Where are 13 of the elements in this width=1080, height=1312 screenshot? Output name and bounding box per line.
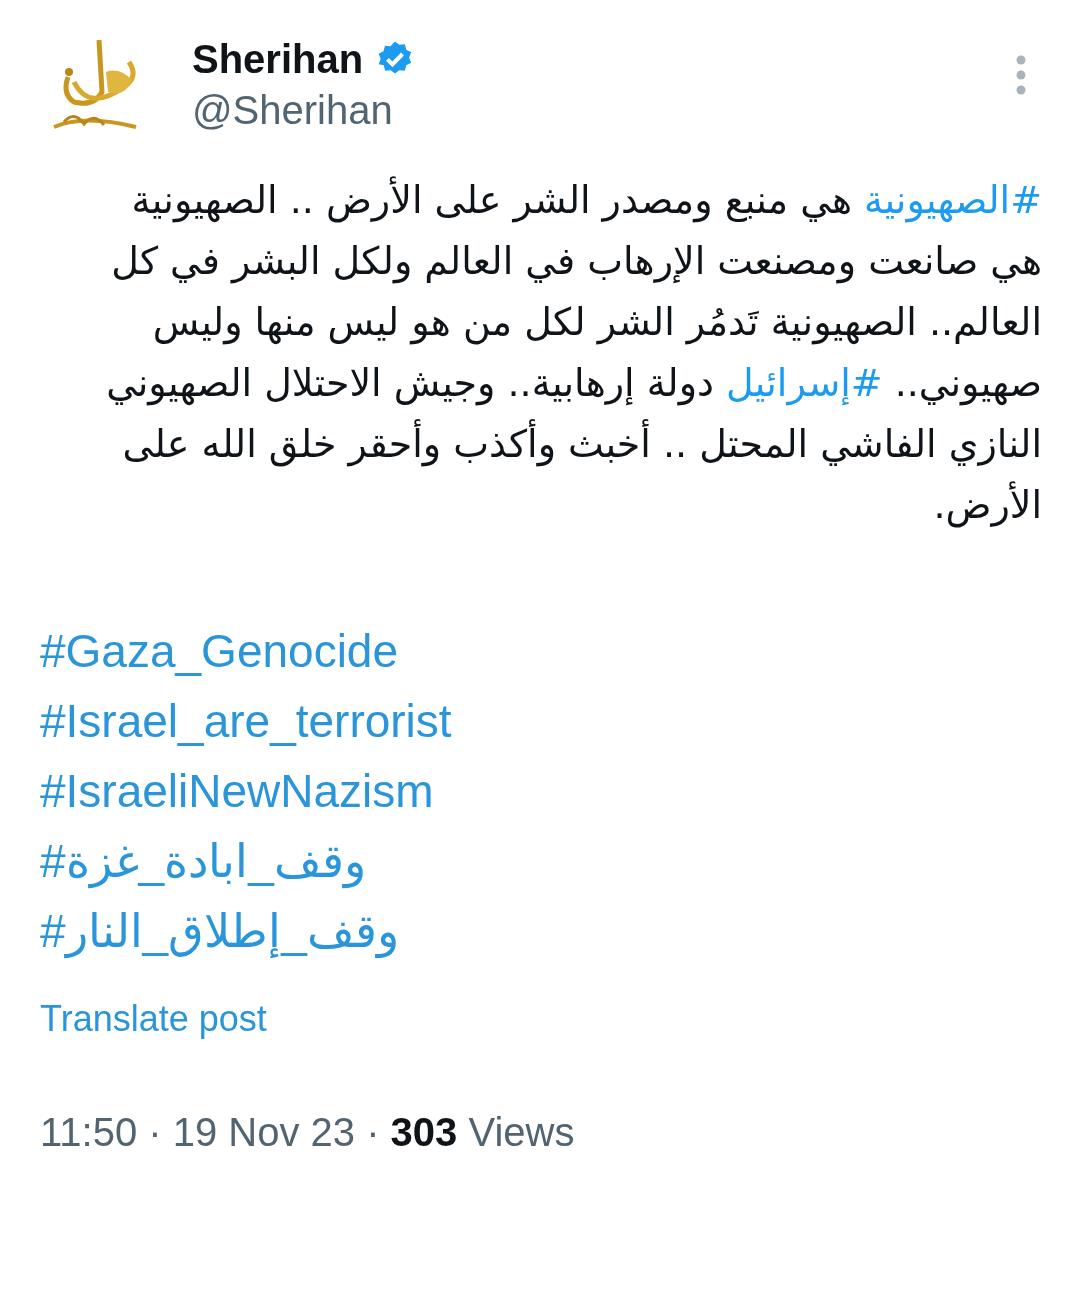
author-name[interactable]: Sherihan: [192, 34, 364, 84]
hashtag-link[interactable]: #وقف_إطلاق_النار: [40, 896, 399, 966]
hashtag-link[interactable]: #IsraeliNewNazism: [40, 756, 434, 826]
post-metadata: 11:50 · 19 Nov 23 · 303 Views: [40, 1110, 576, 1155]
hashtag-link[interactable]: #وقف_ابادة_غزة: [40, 826, 366, 896]
post-text: #الصهيونية هي منبع ومصدر الشر على الأرض .. الصهيونية هي صانعت ومصنعت الإرهاب في العالم ولكل البشر في كل العالم.. الصهيونية تَدمُر الشر لكل من هو ليس منها وليس صهيوني.. #إسرائيل دولة إرهابية.. وجيش الاحتلال الصهيوني النازي الفاشي المحتل .. أخبث وأكذب وأحقر خلق الله على الأرض.: [105, 175, 1042, 530]
author-handle[interactable]: @Sherihan: [192, 84, 416, 136]
more-options-icon[interactable]: [1015, 55, 1027, 95]
hashtag-link[interactable]: #الصهيونية: [864, 178, 1042, 222]
hashtag-link[interactable]: #Israel_are_terrorist: [40, 686, 452, 756]
translate-post-link[interactable]: Translate post: [40, 998, 267, 1040]
hashtag-link[interactable]: #إسرائيل: [726, 361, 883, 405]
hashtag-link[interactable]: #Gaza_Genocide: [40, 616, 399, 686]
